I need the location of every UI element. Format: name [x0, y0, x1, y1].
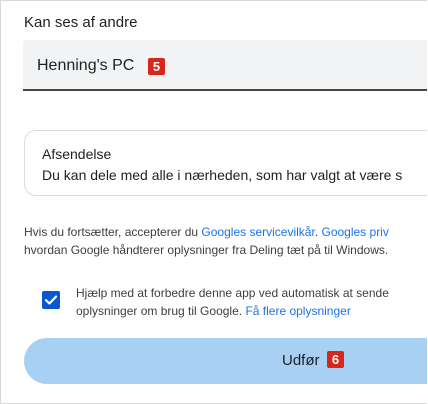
submit-button[interactable]: Udfør 6 — [24, 338, 427, 384]
terms-text: Hvis du fortsætter, accepterer du Google… — [24, 223, 427, 259]
usage-consent-text: Hjælp med at forbedre denne app ved auto… — [76, 284, 427, 320]
visibility-label: Kan ses af andre — [24, 14, 138, 31]
setup-panel: Kan ses af andre Henning's PC 5 Afsendel… — [0, 0, 427, 404]
annotation-badge-5: 5 — [148, 58, 165, 75]
learn-more-link[interactable]: Få flere oplysninger — [245, 304, 350, 318]
consent-line-2: oplysninger om brug til Google. — [76, 304, 246, 318]
device-name-field[interactable]: Henning's PC 5 — [23, 40, 427, 91]
sending-title: Afsendelse — [42, 146, 112, 162]
checkmark-icon — [44, 295, 58, 305]
consent-line-1: Hjælp med at forbedre denne app ved auto… — [76, 286, 389, 300]
submit-label: Udfør — [282, 352, 320, 369]
device-name-value[interactable]: Henning's PC — [37, 57, 134, 75]
usage-stats-checkbox[interactable] — [42, 291, 60, 309]
terms-prefix: Hvis du fortsætter, accepterer du — [24, 225, 202, 239]
terms-line-2: hvordan Google håndterer oplysninger fra… — [24, 243, 389, 257]
sending-description: Du kan dele med alle i nærheden, som har… — [42, 167, 403, 183]
sending-option-card[interactable]: Afsendelse Du kan dele med alle i nærhed… — [24, 130, 427, 196]
tos-link[interactable]: Googles servicevilkår — [201, 225, 314, 239]
privacy-link[interactable]: Googles priv — [321, 225, 388, 239]
annotation-badge-6: 6 — [327, 351, 344, 368]
